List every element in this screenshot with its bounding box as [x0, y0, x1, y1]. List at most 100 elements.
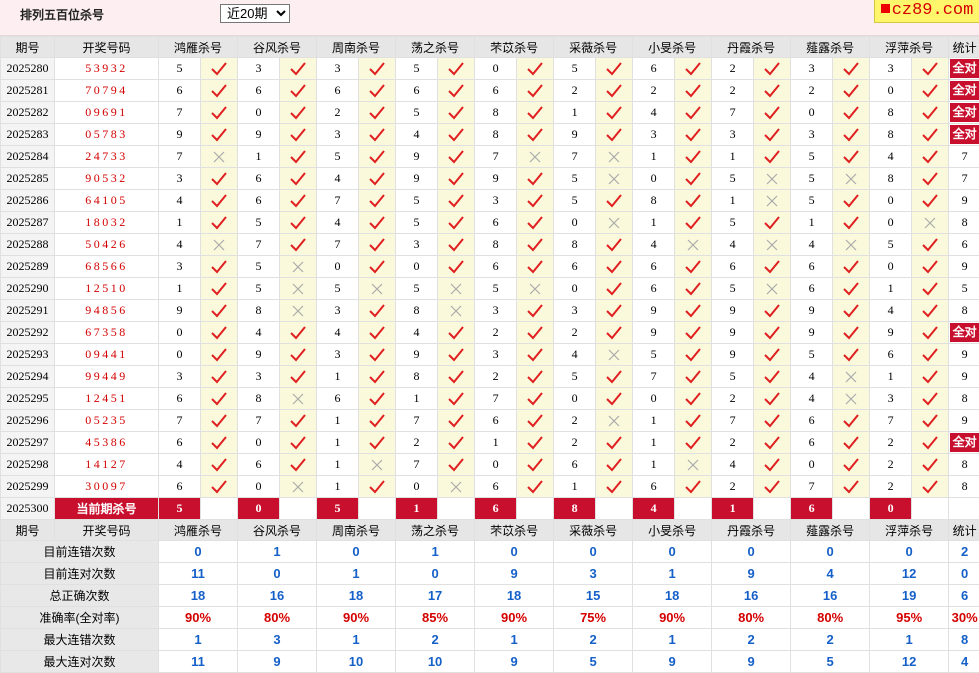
correct-check-icon	[438, 388, 475, 410]
correct-check-icon	[201, 388, 238, 410]
stats-value: 0	[633, 541, 712, 563]
stats-value: 18	[317, 585, 396, 607]
table-row: 20252993009760106162728	[1, 476, 979, 498]
correct-count-cell: 9	[949, 344, 979, 366]
kill-number-cell: 3	[159, 366, 201, 388]
kill-number-cell: 0	[791, 102, 833, 124]
wrong-cross-icon	[833, 168, 870, 190]
kill-number-cell: 6	[791, 256, 833, 278]
period-cell: 2025294	[1, 366, 55, 388]
correct-check-icon	[280, 322, 317, 344]
correct-check-icon	[280, 58, 317, 80]
period-cell: 2025283	[1, 124, 55, 146]
kill-number-cell: 2	[554, 432, 596, 454]
correct-check-icon	[438, 168, 475, 190]
correct-check-icon	[596, 80, 633, 102]
kill-number-cell: 9	[791, 300, 833, 322]
kill-number-cell: 9	[712, 300, 754, 322]
page-title: 排列五百位杀号	[20, 6, 104, 23]
table-row: 20252859053236499505587	[1, 168, 979, 190]
site-logo[interactable]: cz89.com	[874, 0, 979, 23]
kill-number-cell: 1	[633, 454, 675, 476]
kill-number-cell: 6	[159, 388, 201, 410]
kill-number-cell: 7	[870, 410, 912, 432]
stats-total-value: 4	[949, 651, 979, 673]
correct-check-icon	[201, 476, 238, 498]
kill-number-cell: 7	[554, 146, 596, 168]
table-header-row: 期号开奖号码鸿雁杀号谷风杀号周南杀号荡之杀号芣苡杀号采薇杀号小旻杀号丹霞杀号薤露…	[1, 37, 979, 58]
table-row: 2025292673580444229999全对	[1, 322, 979, 344]
correct-check-icon	[675, 256, 712, 278]
correct-check-icon	[201, 212, 238, 234]
stats-value: 1	[238, 541, 317, 563]
kill-number-cell: 3	[870, 388, 912, 410]
kill-number-cell: 9	[633, 322, 675, 344]
wrong-cross-icon	[359, 278, 396, 300]
kill-number-cell: 1	[396, 388, 438, 410]
kill-number-cell: 6	[238, 454, 280, 476]
stats-value: 10	[396, 651, 475, 673]
wrong-cross-icon	[675, 454, 712, 476]
stats-value: 1	[475, 629, 554, 651]
kill-number-cell: 8	[633, 190, 675, 212]
kill-number-cell: 8	[475, 102, 517, 124]
kill-number-cell: 5	[159, 58, 201, 80]
stats-label: 最大连对次数	[1, 651, 159, 673]
kill-number-cell: 4	[238, 322, 280, 344]
stats-label: 最大连错次数	[1, 629, 159, 651]
current-kill-label: 当前期杀号	[55, 498, 159, 520]
stats-total-value: 0	[949, 563, 979, 585]
table-row: 20252885042647738844456	[1, 234, 979, 256]
correct-check-icon	[912, 322, 949, 344]
correct-check-icon	[438, 322, 475, 344]
kill-number-cell: 4	[159, 454, 201, 476]
stats-value: 16	[791, 585, 870, 607]
stats-row: 目前连错次数01010000002	[1, 541, 979, 563]
correct-check-icon	[754, 300, 791, 322]
kill-number-cell: 5	[238, 278, 280, 300]
correct-check-icon	[912, 58, 949, 80]
correct-check-icon	[280, 80, 317, 102]
correct-check-icon	[201, 410, 238, 432]
wrong-cross-icon	[280, 388, 317, 410]
period-range-select[interactable]: 近20期	[220, 4, 290, 23]
kill-number-cell: 7	[159, 102, 201, 124]
stats-expert-header: 鸿雁杀号	[159, 520, 238, 541]
correct-check-icon	[833, 454, 870, 476]
wrong-cross-icon	[596, 168, 633, 190]
correct-check-icon	[517, 300, 554, 322]
stats-expert-header: 浮萍杀号	[870, 520, 949, 541]
all-correct-label: 全对	[950, 125, 979, 144]
kill-number-cell: 9	[238, 344, 280, 366]
current-kill-spacer	[201, 498, 238, 520]
winning-number-cell: 05783	[55, 124, 159, 146]
correct-check-icon	[359, 344, 396, 366]
kill-number-cell: 5	[396, 190, 438, 212]
correct-check-icon	[359, 234, 396, 256]
correct-check-icon	[912, 454, 949, 476]
table-row: 2025297453866012121262全对	[1, 432, 979, 454]
kill-number-cell: 1	[317, 366, 359, 388]
period-cell: 2025286	[1, 190, 55, 212]
correct-check-icon	[912, 344, 949, 366]
kill-number-cell: 7	[633, 366, 675, 388]
stats-value: 0	[475, 541, 554, 563]
table-row: 2025280539325335056233全对	[1, 58, 979, 80]
correct-check-icon	[754, 212, 791, 234]
correct-check-icon	[359, 168, 396, 190]
correct-check-icon	[675, 168, 712, 190]
stats-value: 9	[475, 651, 554, 673]
all-correct-badge: 全对	[949, 58, 979, 80]
kill-number-cell: 0	[791, 454, 833, 476]
table-row: 20252930944109393459569	[1, 344, 979, 366]
correct-check-icon	[675, 278, 712, 300]
period-cell: 2025299	[1, 476, 55, 498]
stats-value: 0	[554, 541, 633, 563]
stats-value: 11	[159, 563, 238, 585]
stats-expert-header: 周南杀号	[317, 520, 396, 541]
kill-number-cell: 9	[396, 146, 438, 168]
correct-check-icon	[833, 278, 870, 300]
wrong-cross-icon	[280, 300, 317, 322]
kill-number-cell: 0	[554, 388, 596, 410]
kill-number-cell: 5	[791, 190, 833, 212]
